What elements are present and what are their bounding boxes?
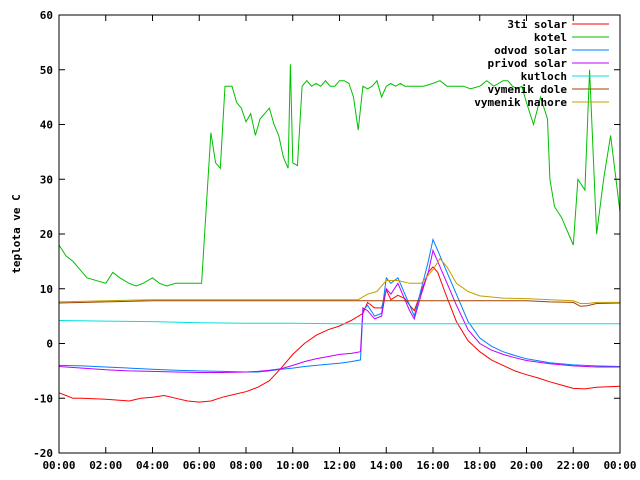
y-tick-label: 60 [40,9,53,22]
x-tick-label: 22:00 [557,459,590,472]
x-tick-label: 14:00 [370,459,403,472]
y-tick-label: 10 [40,283,53,296]
x-tick-label: 18:00 [463,459,496,472]
x-tick-label: 06:00 [183,459,216,472]
x-tick-label: 02:00 [89,459,122,472]
x-tick-label: 20:00 [510,459,543,472]
legend-label-5: vymenik dole [488,83,568,96]
legend-label-1: kotel [534,31,567,44]
y-tick-label: -10 [33,392,53,405]
y-tick-label: 50 [40,64,53,77]
y-axis-label: teplota ve C [10,194,23,273]
x-tick-label: 04:00 [136,459,169,472]
line-chart: -20-10010203040506000:00 02:00 04:00 06:00 0… [0,0,640,480]
legend-label-2: odvod solar [494,44,567,57]
y-tick-label: 20 [40,228,53,241]
x-tick-label: 16:00 [416,459,449,472]
x-tick-label: 12:00 [323,459,356,472]
legend-label-3: privod solar [488,57,568,70]
legend-label-0: 3ti solar [507,18,567,31]
x-tick-label: 08:00 [229,459,262,472]
y-tick-label: 30 [40,173,53,186]
y-tick-label: 0 [46,338,53,351]
legend-label-6: vymenik nahore [474,96,567,109]
x-tick-label: 10:00 [276,459,309,472]
x-tick-label: 00:00 [42,459,75,472]
y-tick-label: 40 [40,119,53,132]
legend-label-4: kutloch [521,70,567,83]
x-tick-label: 00:00 [603,459,636,472]
